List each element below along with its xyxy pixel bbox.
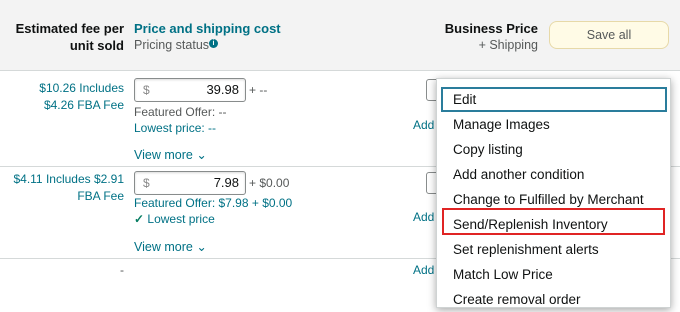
price-shipping-header: Price and shipping cost Pricing status i	[134, 20, 281, 54]
add-business-price-link[interactable]: Add	[413, 263, 434, 277]
estimated-fee-cell: $4.11 Includes $2.91 FBA Fee	[0, 171, 124, 205]
currency-symbol: $	[143, 176, 150, 190]
checkmark-icon: ✓	[134, 212, 145, 226]
price-value: 7.98	[213, 175, 239, 190]
price-shipping-title[interactable]: Price and shipping cost	[134, 20, 281, 37]
save-all-button[interactable]: Save all	[549, 21, 669, 49]
chevron-down-icon: ⌄	[196, 148, 207, 162]
shipping-cost: + $0.00	[249, 176, 290, 190]
actions-dropdown-menu: Edit Manage Images Copy listing Add anot…	[436, 78, 671, 308]
estimated-fee-header: Estimated fee per unit sold	[0, 20, 124, 54]
menu-item-manage-images[interactable]: Manage Images	[437, 112, 670, 137]
price-input[interactable]: $ 39.98	[134, 78, 246, 102]
business-price-title: Business Price	[444, 21, 538, 36]
menu-item-set-replenishment-alerts[interactable]: Set replenishment alerts	[437, 237, 670, 262]
add-business-price-link[interactable]: Add	[413, 210, 434, 224]
fee-line2: $4.26 FBA Fee	[43, 98, 124, 112]
fee-line1: $10.26 Includes	[39, 81, 124, 95]
estimated-fee-cell: -	[120, 263, 124, 277]
add-business-price-link[interactable]: Add	[413, 118, 434, 132]
currency-symbol: $	[143, 83, 150, 97]
plus-shipping-label: + Shipping	[478, 38, 538, 52]
pricing-status-text: Pricing status	[134, 38, 210, 52]
view-more-link[interactable]: View more ⌄	[134, 239, 207, 254]
view-more-link[interactable]: View more ⌄	[134, 147, 207, 162]
table-header: Estimated fee per unit sold Price and sh…	[0, 0, 680, 71]
menu-item-create-removal-order[interactable]: Create removal order	[437, 287, 670, 312]
view-more-label: View more	[134, 148, 193, 162]
featured-offer-text: Featured Offer: $7.98 + $0.00	[134, 196, 293, 210]
menu-item-add-another-condition[interactable]: Add another condition	[437, 162, 670, 187]
view-more-label: View more	[134, 240, 193, 254]
fee-line2: FBA Fee	[77, 189, 124, 203]
menu-item-change-to-fbm[interactable]: Change to Fulfilled by Merchant	[437, 187, 670, 212]
business-price-header: Business Price + Shipping	[445, 20, 538, 54]
shipping-cost: + --	[249, 83, 268, 97]
menu-item-edit[interactable]: Edit	[441, 87, 667, 112]
estimated-fee-header-line1: Estimated fee per	[15, 21, 124, 36]
pricing-status-label: Pricing status i	[134, 37, 281, 54]
menu-item-copy-listing[interactable]: Copy listing	[437, 137, 670, 162]
info-icon[interactable]: i	[209, 39, 219, 48]
menu-item-match-low-price[interactable]: Match Low Price	[437, 262, 670, 287]
lowest-price-text: Lowest price: --	[134, 121, 217, 135]
lowest-price-badge: ✓ Lowest price	[134, 211, 215, 227]
menu-item-send-replenish-inventory[interactable]: Send/Replenish Inventory	[437, 212, 670, 237]
featured-offer-text: Featured Offer: --	[134, 105, 227, 119]
chevron-down-icon: ⌄	[196, 240, 207, 254]
fee-line1: $4.11 Includes $2.91	[13, 172, 124, 186]
price-value: 39.98	[206, 82, 239, 97]
lowest-price-text: Lowest price	[147, 212, 215, 226]
estimated-fee-header-line2: unit sold	[69, 38, 124, 53]
price-input[interactable]: $ 7.98	[134, 171, 246, 195]
estimated-fee-cell: $10.26 Includes $4.26 FBA Fee	[0, 80, 124, 114]
